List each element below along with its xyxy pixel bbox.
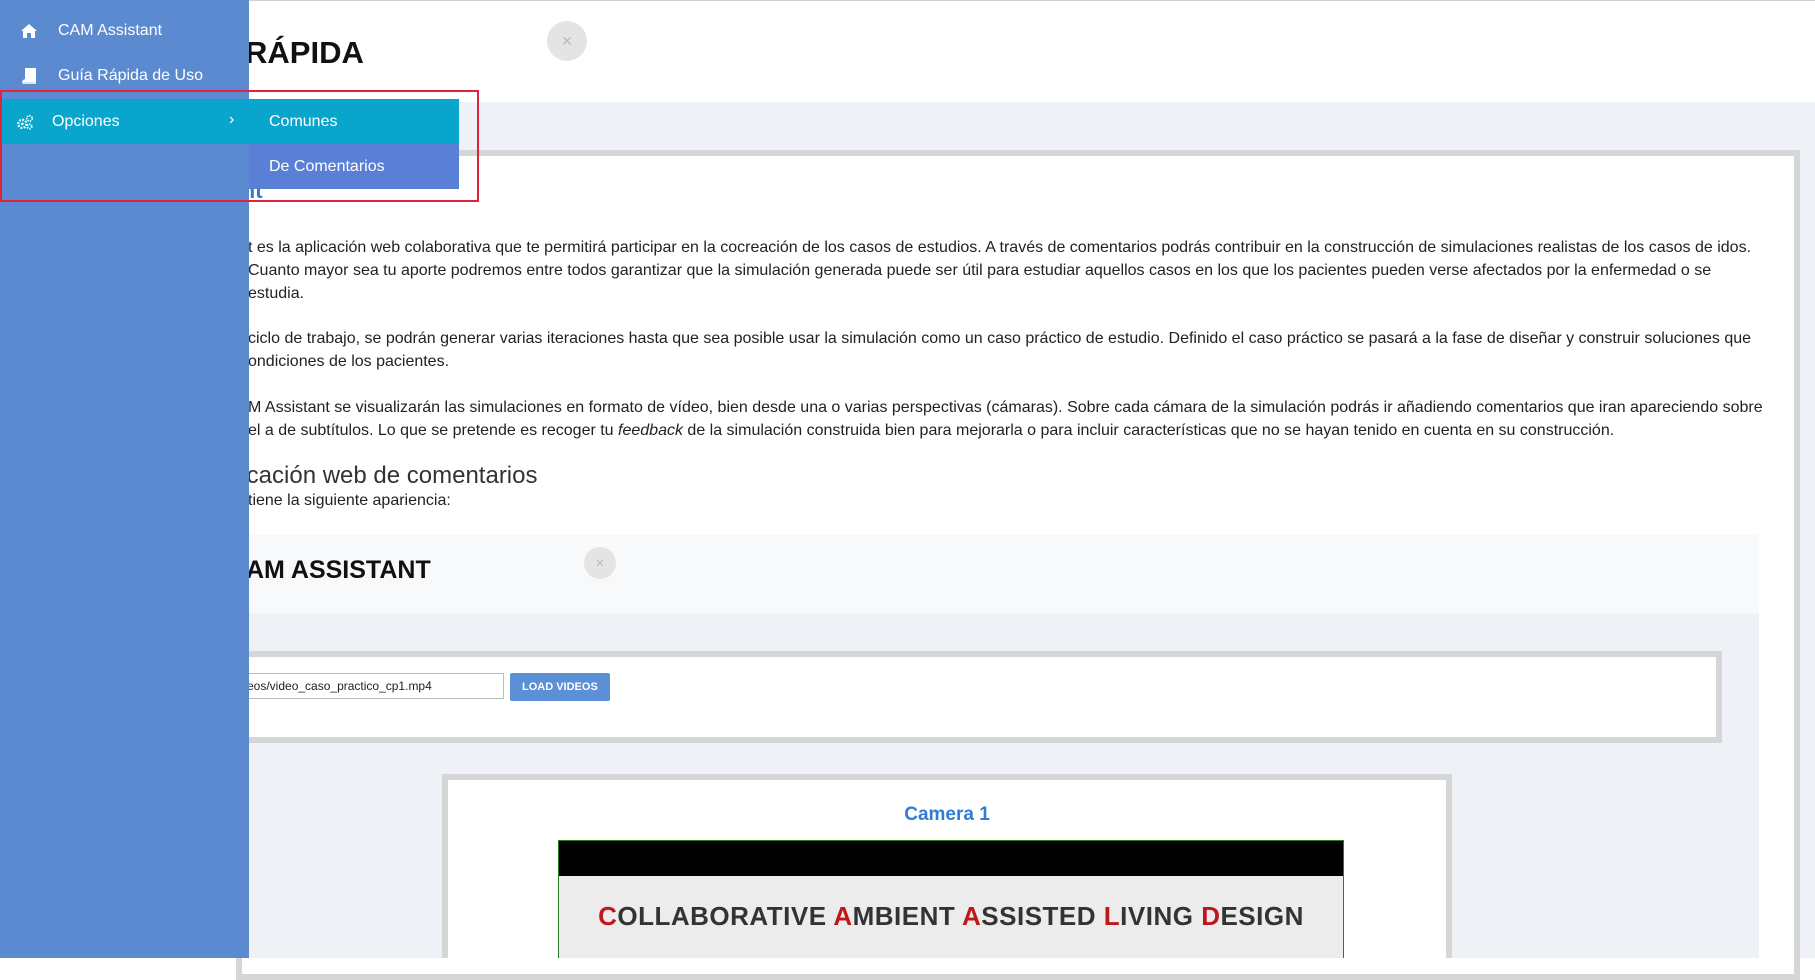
- page-title: RÁPIDA: [245, 35, 364, 70]
- preview-title: AM ASSISTANT: [246, 556, 431, 584]
- sidebar-item-cam-assistant[interactable]: CAM Assistant: [0, 8, 249, 53]
- video-player[interactable]: COLLABORATIVE AMBIENT ASSISTED LIVING DE…: [558, 840, 1344, 958]
- camera-title: Camera 1: [904, 804, 990, 825]
- video-caption: COLLABORATIVE AMBIENT ASSISTED LIVING DE…: [559, 901, 1343, 932]
- book-icon: [20, 67, 38, 85]
- video-path-input[interactable]: [242, 673, 504, 699]
- intro-paragraph: t es la aplicación web colaborativa que …: [248, 239, 1752, 302]
- preview-header: AM ASSISTANT ✕: [236, 535, 1759, 613]
- caption-word-rest: SSISTED: [981, 901, 1104, 931]
- caption-word-rest: MBIENT: [852, 901, 963, 931]
- caption-capital-letter: A: [962, 901, 982, 931]
- caption-word-rest: ESIGN: [1220, 901, 1304, 931]
- highlight-annotation: [0, 90, 479, 202]
- expand-arrows-icon[interactable]: ✕: [547, 21, 587, 61]
- caption-capital-letter: A: [833, 901, 853, 931]
- load-videos-button[interactable]: LOAD VIDEOS: [510, 673, 610, 701]
- feedback-emphasis: feedback: [618, 422, 683, 439]
- sidebar-item-label: CAM Assistant: [58, 21, 163, 39]
- page-header: RÁPIDA ✕: [0, 1, 1815, 102]
- camera-panel: Camera 1 COLLABORATIVE AMBIENT ASSISTED …: [442, 774, 1452, 958]
- web-app-subtext: tiene la siguiente apariencia:: [248, 492, 451, 509]
- home-icon: [20, 22, 38, 40]
- caption-capital-letter: L: [1103, 901, 1121, 931]
- app-preview-screenshot: AM ASSISTANT ✕ LOAD VIDEOS Camera 1 COLL…: [236, 535, 1759, 958]
- web-app-heading: licación web de comentarios: [236, 462, 538, 489]
- visualization-paragraph: M Assistant se visualizarán las simulaci…: [248, 399, 1763, 439]
- caption-word-rest: IVING: [1120, 901, 1202, 931]
- workflow-paragraph: ciclo de trabajo, se podrán generar vari…: [248, 330, 1752, 370]
- sidebar-item-label: Guía Rápida de Uso: [58, 66, 203, 84]
- load-videos-panel: LOAD VIDEOS: [236, 651, 1722, 743]
- caption-capital-letter: C: [598, 901, 618, 931]
- caption-word-rest: OLLABORATIVE: [617, 901, 834, 931]
- video-top-bar: [559, 841, 1343, 876]
- caption-capital-letter: D: [1201, 901, 1221, 931]
- preview-expand-icon: ✕: [584, 547, 616, 579]
